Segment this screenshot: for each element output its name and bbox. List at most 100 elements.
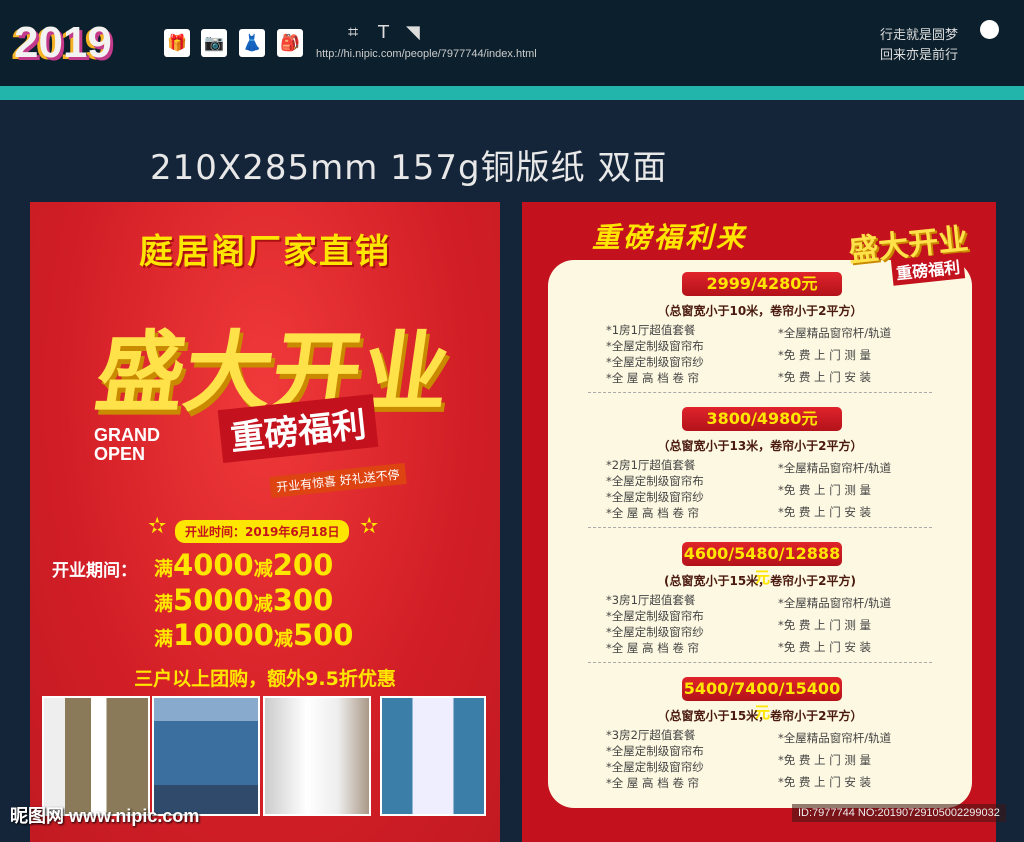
package-items-left: *3房2厅超值套餐 *全屋定制级窗帘布 *全屋定制级窗帘纱 *全 屋 高 档 卷 帘 xyxy=(606,727,704,791)
profile-url[interactable]: http://hi.nipic.com/people/7977744/index… xyxy=(316,48,537,60)
image-id: ID:7977744 NO:20190729105002299032 xyxy=(792,804,1006,822)
package-item: *免 费 上 门 测 量 xyxy=(778,753,872,767)
package-item: *全 屋 高 档 卷 帘 xyxy=(606,506,700,520)
package-4: 5400/7400/15400元 （总窗宽小于15米，卷帘小于2平方） *3房2厅超… xyxy=(548,665,972,800)
package-item: *全屋定制级窗帘纱 xyxy=(606,490,704,504)
package-item: *1房1厅超值套餐 xyxy=(606,323,696,337)
print-spec: 210X285mm 157g铜版纸 双面 xyxy=(150,148,668,188)
corner-icon[interactable]: ◥ xyxy=(406,22,420,43)
package-item: *全屋精品窗帘杆/轨道 xyxy=(778,596,892,610)
star-icon: ✫ xyxy=(148,514,167,539)
offer-part: 300 xyxy=(272,583,334,617)
opening-date: 开业时间：2019年6月18日 xyxy=(175,520,350,543)
motto-line-1: 行走就是圆梦 xyxy=(880,28,959,43)
offer-line: 满4000减200 xyxy=(154,548,333,582)
package-item: *免 费 上 门 安 装 xyxy=(778,640,872,654)
package-price: 4600/5480/12888元 xyxy=(682,542,842,587)
offer-line: 满5000减300 xyxy=(154,583,333,617)
package-items-right: *全屋精品窗帘杆/轨道 *免 费 上 门 测 量 *免 费 上 门 安 装 xyxy=(778,592,891,658)
package-item: *3房2厅超值套餐 xyxy=(606,728,696,742)
package-item: *全屋定制级窗帘布 xyxy=(606,474,704,488)
open-label: OPEN xyxy=(94,444,146,464)
package-item: *全屋精品窗帘杆/轨道 xyxy=(778,731,892,745)
package-items-left: *2房1厅超值套餐 *全屋定制级窗帘布 *全屋定制级窗帘纱 *全 屋 高 档 卷 帘 xyxy=(606,457,704,521)
package-item: *全屋定制级窗帘布 xyxy=(606,609,704,623)
package-items-right: *全屋精品窗帘杆/轨道 *免 费 上 门 测 量 *免 费 上 门 安 装 xyxy=(778,322,891,388)
package-item: *3房1厅超值套餐 xyxy=(606,593,696,607)
tagline: 开业有惊喜 好礼送不停 xyxy=(269,462,407,499)
motto-line-2: 回来亦是前行 xyxy=(880,48,959,63)
period-label: 开业期间： xyxy=(52,561,137,581)
package-item: *全屋定制级窗帘布 xyxy=(606,744,704,758)
package-item: *全屋定制级窗帘纱 xyxy=(606,760,704,774)
package-items-right: *全屋精品窗帘杆/轨道 *免 费 上 门 测 量 *免 费 上 门 安 装 xyxy=(778,727,891,793)
flyer-back: 重磅福利来 2999/4280元 （总窗宽小于10米，卷帘小于2平方） *1房1厅超… xyxy=(522,202,996,842)
offer-part: 满 xyxy=(154,628,174,650)
package-items-right: *全屋精品窗帘杆/轨道 *免 费 上 门 测 量 *免 费 上 门 安 装 xyxy=(778,457,891,523)
package-price: 3800/4980元 xyxy=(682,407,842,431)
curtain-photo xyxy=(380,696,486,816)
toggle-circle[interactable] xyxy=(980,20,999,39)
curtain-photo xyxy=(263,696,371,816)
offer-part: 减 xyxy=(273,628,293,650)
offer-part: 4000 xyxy=(173,548,254,582)
package-condition: （总窗宽小于13米，卷帘小于2平方） xyxy=(657,439,863,453)
group-discount: 三户以上团购，额外9.5折优惠 xyxy=(134,668,396,690)
package-item: *免 费 上 门 安 装 xyxy=(778,370,872,384)
packages-panel: 2999/4280元 （总窗宽小于10米，卷帘小于2平方） *1房1厅超值套餐 *全屋… xyxy=(548,260,972,808)
offer-part: 200 xyxy=(272,548,334,582)
benefits-title: 重磅福利来 xyxy=(592,221,748,254)
package-items-left: *1房1厅超值套餐 *全屋定制级窗帘布 *全屋定制级窗帘纱 *全 屋 高 档 卷 帘 xyxy=(606,322,704,386)
package-2: 3800/4980元 （总窗宽小于13米，卷帘小于2平方） *2房1厅超值套餐 *全屋… xyxy=(548,395,972,530)
divider xyxy=(588,392,932,393)
nipic-watermark: 昵图网 www.nipic.com xyxy=(10,806,200,826)
package-item: *全屋定制级窗帘纱 xyxy=(606,355,704,369)
curtain-photo xyxy=(152,696,260,816)
top-bar xyxy=(0,0,1024,86)
package-condition: （总窗宽小于15米，卷帘小于2平方） xyxy=(657,709,863,723)
store-title: 庭居阁厂家直销 xyxy=(139,232,391,272)
package-price: 5400/7400/15400元 xyxy=(682,677,842,722)
star-icon: ✫ xyxy=(360,514,379,539)
offer-part: 5000 xyxy=(173,583,254,617)
package-item: *全 屋 高 档 卷 帘 xyxy=(606,776,700,790)
teal-stripe xyxy=(0,86,1024,100)
package-item: *全 屋 高 档 卷 帘 xyxy=(606,371,700,385)
offer-part: 10000 xyxy=(173,618,274,652)
curtain-photo xyxy=(42,696,150,816)
package-item: *全 屋 高 档 卷 帘 xyxy=(606,641,700,655)
package-item: *免 费 上 门 测 量 xyxy=(778,483,872,497)
backpack-icon[interactable]: 🎒 xyxy=(277,29,303,57)
package-item: *全屋定制级窗帘布 xyxy=(606,339,704,353)
flyer-front: 庭居阁厂家直销 盛大开业 重磅福利 GRAND OPEN 开业有惊喜 好礼送不停 … xyxy=(30,202,500,842)
offer-part: 满 xyxy=(154,558,174,580)
package-item: *全屋精品窗帘杆/轨道 xyxy=(778,326,892,340)
package-condition: (总窗宽小于15米，卷帘小于2平方) xyxy=(663,574,857,588)
offer-part: 500 xyxy=(292,618,354,652)
package-item: *2房1厅超值套餐 xyxy=(606,458,696,472)
offer-line: 满10000减500 xyxy=(154,618,353,652)
offer-part: 减 xyxy=(253,593,273,615)
gift-icon[interactable]: 🎁 xyxy=(164,29,190,57)
package-price: 2999/4280元 xyxy=(682,272,842,296)
logo-2019: 2019 xyxy=(14,18,112,67)
crop-icon[interactable]: ⌗ xyxy=(348,22,358,43)
package-condition: （总窗宽小于10米，卷帘小于2平方） xyxy=(657,304,863,318)
package-3: 4600/5480/12888元 (总窗宽小于15米，卷帘小于2平方) *3房1厅超… xyxy=(548,530,972,665)
divider xyxy=(588,662,932,663)
camera-icon[interactable]: 📷 xyxy=(201,29,227,57)
divider xyxy=(588,527,932,528)
offer-part: 减 xyxy=(253,558,273,580)
grand-open-text: GRAND OPEN xyxy=(94,426,160,464)
package-item: *免 费 上 门 测 量 xyxy=(778,618,872,632)
package-item: *全屋精品窗帘杆/轨道 xyxy=(778,461,892,475)
text-icon[interactable]: T xyxy=(378,22,389,43)
package-item: *免 费 上 门 安 装 xyxy=(778,775,872,789)
dress-icon[interactable]: 👗 xyxy=(239,29,265,57)
package-items-left: *3房1厅超值套餐 *全屋定制级窗帘布 *全屋定制级窗帘纱 *全 屋 高 档 卷 帘 xyxy=(606,592,704,656)
package-item: *免 费 上 门 测 量 xyxy=(778,348,872,362)
package-item: *免 费 上 门 安 装 xyxy=(778,505,872,519)
package-item: *全屋定制级窗帘纱 xyxy=(606,625,704,639)
offer-part: 满 xyxy=(154,593,174,615)
grand-label: GRAND xyxy=(94,425,160,445)
